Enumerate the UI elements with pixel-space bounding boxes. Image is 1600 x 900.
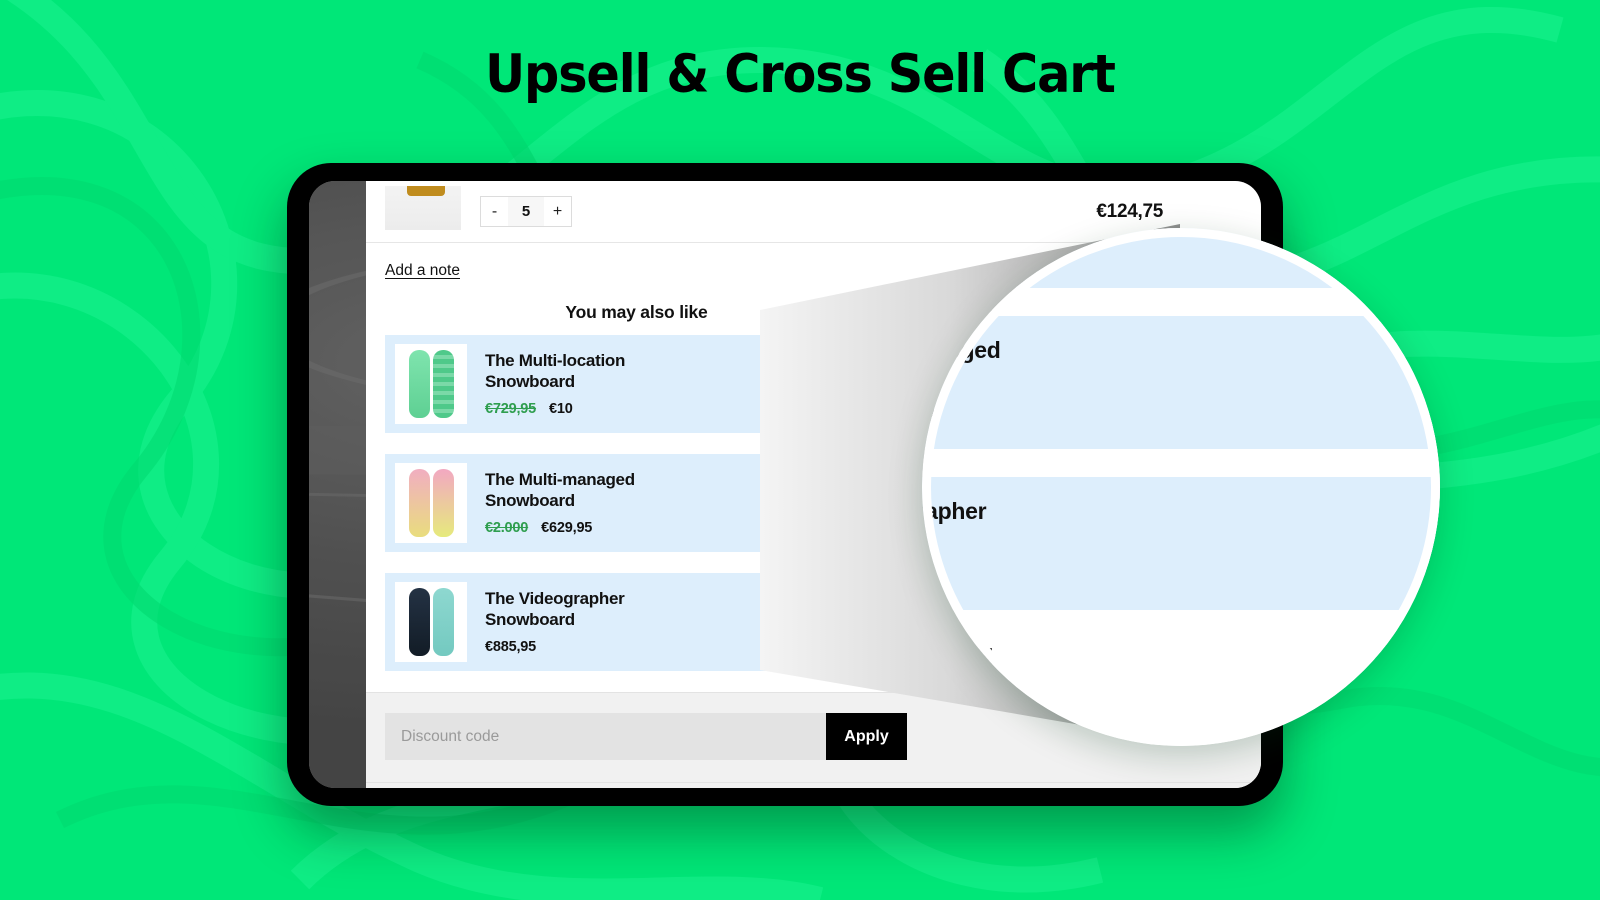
quantity-value: 5 — [521, 203, 531, 220]
snowboard-graphic — [432, 350, 454, 418]
product-price-original: €729,95 — [485, 401, 537, 418]
product-name: The Multi-location Snowboard — [485, 350, 626, 391]
product-name: The Videographer Snowboard — [485, 588, 625, 629]
quantity-decrease-button[interactable]: - — [481, 197, 508, 226]
product-name: The Multi-managed Snowboard — [485, 469, 635, 510]
apply-discount-button[interactable]: Apply — [826, 713, 907, 760]
magnifier-lens: You may also like The Multi-location Sno… — [922, 228, 1440, 746]
product-prices: €885,95 — [922, 567, 1440, 590]
cart-item-price: €124,75 — [1096, 200, 1163, 222]
product-price-sale: €629,95 — [541, 520, 593, 537]
product-name: The Multi-managed Snowboard — [922, 337, 1001, 364]
product-price-sale: €885,95 — [485, 639, 537, 656]
discount-code-input[interactable] — [385, 713, 826, 760]
magnifier-clip: You may also like The Multi-location Sno… — [922, 228, 1440, 746]
product-price-sale: €10 — [549, 401, 573, 418]
product-info: The Videographer Snowboard €885,95 — [922, 497, 1440, 589]
product-prices: €2.000 €629,95 — [922, 406, 1440, 429]
snowboard-graphic — [408, 469, 430, 537]
product-name: The Videographer Snowboard — [922, 498, 987, 525]
snowboard-graphic — [432, 588, 454, 656]
recommendation-row[interactable]: The Multi-location Snowboard €729,95 €10… — [922, 228, 1440, 288]
product-price-original: €2.000 — [485, 520, 529, 537]
product-name: The Multi-location Snowboard — [922, 228, 1096, 232]
page-title: Upsell & Cross Sell Cart — [485, 44, 1116, 105]
snowboard-graphic — [408, 350, 430, 418]
product-info: The Multi-location Snowboard €729,95 €10 — [922, 228, 1440, 268]
magnifier-content: You may also like The Multi-location Sno… — [922, 228, 1440, 648]
product-thumbnail — [395, 344, 467, 424]
recommendation-row[interactable]: The Videographer Snowboard €885,95 + Add — [922, 477, 1440, 610]
product-price-sale: €629,95 — [922, 405, 941, 428]
discounts-summary-row: Discounts AUTO10 -€37,43 — [366, 782, 1261, 788]
product-prices: €729,95 €10 — [922, 245, 1440, 268]
cart-item-thumbnail — [385, 185, 461, 230]
screenshot-canvas: Upsell & Cross Sell Cart - 5 + €124,75 A… — [0, 0, 1600, 900]
recommendation-row[interactable]: The Multi-managed Snowboard €2.000 €629,… — [922, 316, 1440, 449]
snowboard-graphic — [408, 588, 430, 656]
magnified-cart-panel: You may also like The Multi-location Sno… — [922, 228, 1440, 648]
add-note-link[interactable]: Add a note — [385, 262, 460, 279]
thumbnail-detail — [407, 185, 445, 196]
product-thumbnail — [395, 463, 467, 543]
product-thumbnail — [395, 582, 467, 662]
product-info: The Multi-managed Snowboard €2.000 €629,… — [922, 336, 1440, 428]
quantity-increase-button[interactable]: + — [544, 197, 571, 226]
snowboard-graphic — [432, 469, 454, 537]
quantity-stepper[interactable]: - 5 + — [480, 196, 572, 227]
